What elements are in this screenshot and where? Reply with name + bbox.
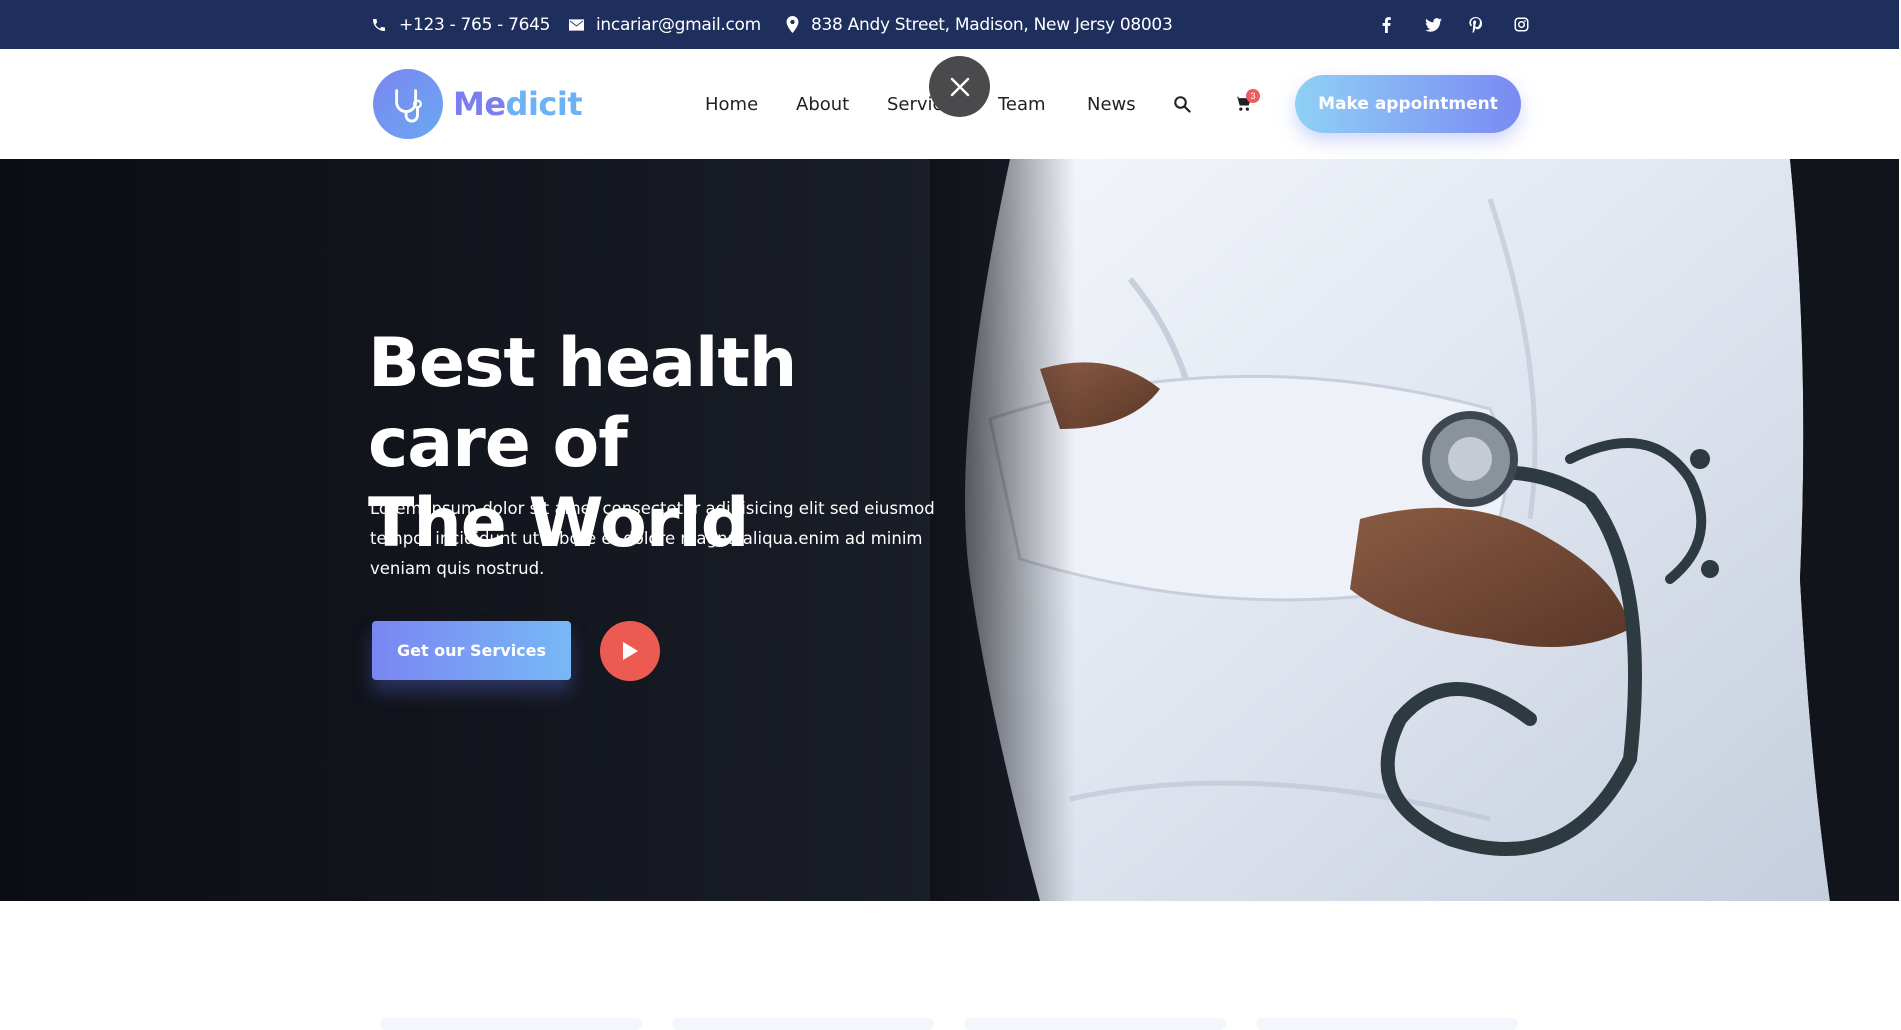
- nav-team[interactable]: Team: [998, 49, 1046, 159]
- close-icon: [950, 77, 969, 96]
- top-info-bar: +123 - 765 - 7645 incariar@gmail.com 838…: [0, 0, 1899, 49]
- email-contact[interactable]: incariar@gmail.com: [569, 0, 761, 49]
- nav-news[interactable]: News: [1087, 49, 1136, 159]
- facebook-icon[interactable]: [1375, 0, 1397, 49]
- address-text: 838 Andy Street, Madison, New Jersy 0800…: [811, 14, 1173, 35]
- hero-description: Lorem ipsum dolor sit amet consectetur a…: [370, 499, 935, 578]
- play-video-button[interactable]: [600, 621, 660, 681]
- hero-title-line1: Best health care of: [368, 324, 797, 483]
- logo-text: Medicit: [453, 85, 583, 123]
- address-contact: 838 Andy Street, Madison, New Jersy 0800…: [786, 0, 1173, 49]
- nav-team-label: Team: [998, 93, 1046, 115]
- logo-text-me: Me: [453, 85, 506, 123]
- nav-about-label: About: [796, 93, 850, 115]
- instagram-icon[interactable]: [1510, 0, 1532, 49]
- location-pin-icon: [786, 16, 799, 33]
- cart-count-badge: 3: [1246, 89, 1260, 103]
- site-logo[interactable]: Medicit: [373, 69, 583, 139]
- logo-text-dicit: dicit: [505, 85, 583, 123]
- pinterest-icon[interactable]: [1464, 0, 1486, 49]
- mail-icon: [569, 18, 584, 31]
- nav-news-label: News: [1087, 93, 1136, 115]
- feature-card: [672, 1018, 934, 1030]
- play-icon: [623, 642, 638, 660]
- phone-number: +123 - 765 - 7645: [399, 14, 551, 35]
- twitter-icon[interactable]: [1422, 0, 1444, 49]
- feature-card: [1256, 1018, 1518, 1030]
- feature-card: [964, 1018, 1226, 1030]
- get-services-button[interactable]: Get our Services: [372, 621, 571, 680]
- stethoscope-logo-icon: [373, 69, 443, 139]
- search-icon[interactable]: [1173, 49, 1191, 159]
- doctor-hero-image: [930, 159, 1899, 901]
- nav-home-label: Home: [705, 93, 759, 115]
- phone-icon: [373, 18, 385, 31]
- feature-card: [380, 1018, 642, 1030]
- phone-contact[interactable]: +123 - 765 - 7645: [371, 0, 550, 49]
- nav-about[interactable]: About: [796, 49, 849, 159]
- email-address: incariar@gmail.com: [596, 14, 761, 35]
- nav-home[interactable]: Home: [705, 49, 758, 159]
- close-button[interactable]: [929, 56, 990, 117]
- hero-section: Best health care of The World Lorem ipsu…: [0, 159, 1899, 901]
- cart-button[interactable]: 3: [1234, 49, 1262, 159]
- make-appointment-button[interactable]: Make appointment: [1295, 75, 1521, 133]
